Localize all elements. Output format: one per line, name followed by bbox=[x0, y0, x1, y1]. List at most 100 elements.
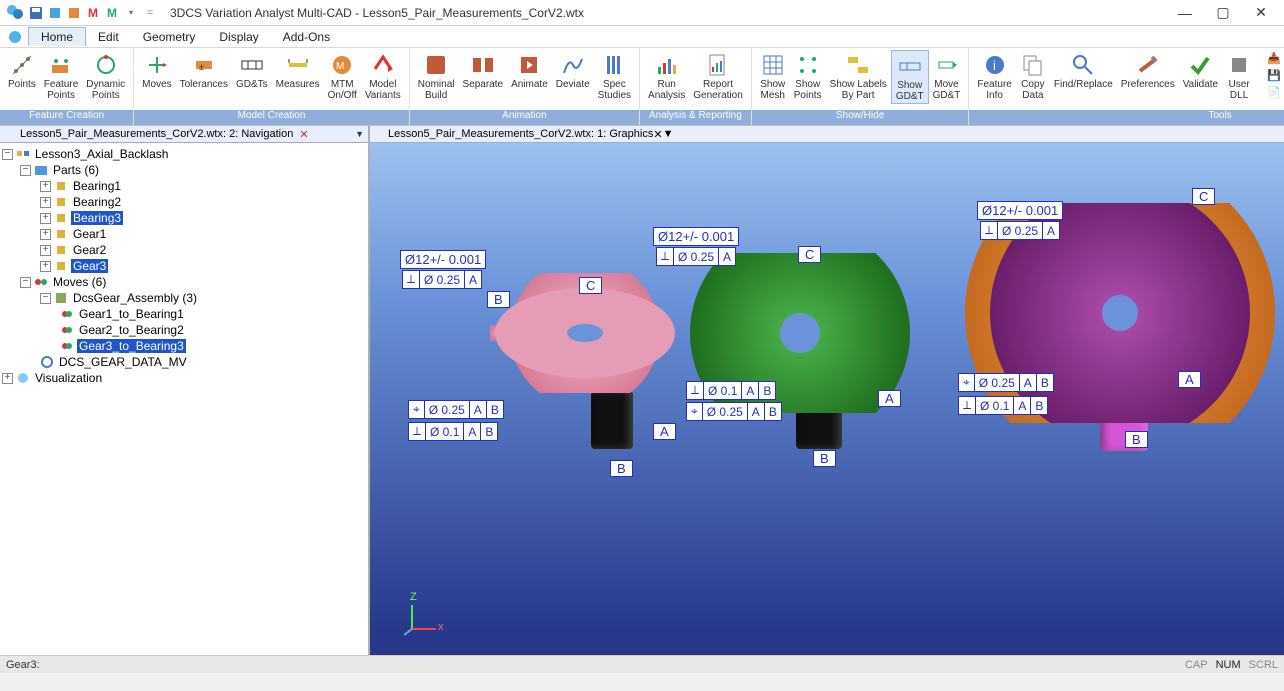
qat-m-green-icon[interactable]: M bbox=[104, 5, 120, 21]
tree-mv2[interactable]: Gear2_to_Bearing2 bbox=[77, 323, 186, 337]
labels-icon bbox=[845, 52, 871, 78]
deviate-button[interactable]: Deviate bbox=[552, 50, 594, 91]
tree-mv3[interactable]: Gear3_to_Bearing3 bbox=[77, 339, 186, 353]
mesh-icon bbox=[760, 52, 786, 78]
deviate-icon bbox=[560, 52, 586, 78]
datum-C-3: C bbox=[1192, 188, 1215, 205]
move-gdt-button[interactable]: Move GD&T bbox=[929, 50, 965, 102]
viz-icon bbox=[16, 371, 30, 385]
save-backup-button[interactable]: 💾Save Backup▾ bbox=[1262, 67, 1284, 84]
menu-addons[interactable]: Add-Ons bbox=[271, 28, 342, 46]
expand-icon[interactable]: + bbox=[40, 213, 51, 224]
tree-gear1[interactable]: Gear1 bbox=[71, 227, 108, 241]
maximize-button[interactable]: ▢ bbox=[1206, 1, 1240, 25]
report-gen-button[interactable]: Report Generation bbox=[689, 50, 746, 102]
dynamic-points-icon bbox=[93, 52, 119, 78]
menu-display[interactable]: Display bbox=[207, 28, 270, 46]
log-file-button[interactable]: 📄Log File▾ bbox=[1262, 84, 1284, 101]
qat-save-icon[interactable] bbox=[28, 5, 44, 21]
expand-icon[interactable]: − bbox=[2, 149, 13, 160]
svg-text:±: ± bbox=[199, 62, 204, 72]
model-variants-button[interactable]: Model Variants bbox=[361, 50, 405, 102]
moves-button[interactable]: Moves bbox=[138, 50, 175, 91]
file-menu-icon[interactable] bbox=[8, 30, 22, 44]
mtm-button[interactable]: MMTM On/Off bbox=[324, 50, 361, 102]
shaft-gear1 bbox=[591, 391, 633, 449]
tree-gear3[interactable]: Gear3 bbox=[71, 259, 108, 273]
tree-bearing2[interactable]: Bearing2 bbox=[71, 195, 123, 209]
qat-cube1-icon[interactable] bbox=[47, 5, 63, 21]
menu-edit[interactable]: Edit bbox=[86, 28, 131, 46]
expand-icon[interactable]: + bbox=[40, 245, 51, 256]
expand-icon[interactable]: + bbox=[40, 261, 51, 272]
group-label-model-creation: Model Creation bbox=[134, 110, 409, 125]
group-label-analysis: Analysis & Reporting bbox=[640, 110, 751, 125]
expand-icon[interactable]: − bbox=[20, 277, 31, 288]
qat-m-red-icon[interactable]: M bbox=[85, 5, 101, 21]
datum-B-2: B bbox=[813, 450, 836, 467]
menu-geometry[interactable]: Geometry bbox=[131, 28, 208, 46]
nav-doc-tab[interactable]: Lesson5_Pair_Measurements_CorV2.wtx: 2: … bbox=[0, 126, 368, 143]
tolerances-button[interactable]: ±Tolerances bbox=[176, 50, 232, 91]
part-icon bbox=[54, 243, 68, 257]
show-gdt-button[interactable]: Show GD&T bbox=[891, 50, 929, 104]
nav-tab-close-icon[interactable]: ✕ bbox=[299, 128, 308, 141]
minimize-button[interactable]: — bbox=[1168, 1, 1202, 25]
show-labels-button[interactable]: Show Labels By Part bbox=[826, 50, 891, 102]
animate-button[interactable]: Animate bbox=[507, 50, 552, 91]
show-mesh-button[interactable]: Show Mesh bbox=[756, 50, 790, 102]
gfx-doc-tab[interactable]: Lesson5_Pair_Measurements_CorV2.wtx: 1: … bbox=[370, 126, 1284, 143]
window-title: 3DCS Variation Analyst Multi-CAD - Lesso… bbox=[166, 6, 1168, 20]
user-dll-button[interactable]: User DLL bbox=[1222, 50, 1256, 102]
import-button[interactable]: 📥Import▾ bbox=[1262, 50, 1284, 67]
move-icon bbox=[60, 339, 74, 353]
expand-icon[interactable]: + bbox=[40, 229, 51, 240]
tree-bearing1[interactable]: Bearing1 bbox=[71, 179, 123, 193]
tree-asm[interactable]: DcsGear_Assembly (3) bbox=[71, 291, 199, 305]
dynamic-points-button[interactable]: Dynamic Points bbox=[82, 50, 129, 102]
expand-icon[interactable]: − bbox=[40, 293, 51, 304]
points-button[interactable]: Points bbox=[4, 50, 40, 91]
show-points-button[interactable]: Show Points bbox=[790, 50, 826, 102]
feature-points-button[interactable]: Feature Points bbox=[40, 50, 82, 102]
gfx-tab-dropdown-icon[interactable]: ▼ bbox=[663, 128, 674, 140]
datum-A-3: A bbox=[1178, 371, 1201, 388]
tree-parts[interactable]: Parts (6) bbox=[51, 163, 101, 177]
tree-dcs-data[interactable]: DCS_GEAR_DATA_MV bbox=[57, 355, 189, 369]
gfx-tab-close-icon[interactable]: ✕ bbox=[653, 128, 662, 141]
nominal-build-button[interactable]: Nominal Build bbox=[414, 50, 459, 102]
validate-button[interactable]: Validate bbox=[1179, 50, 1222, 91]
menu-home[interactable]: Home bbox=[28, 27, 86, 46]
tree-mv1[interactable]: Gear1_to_Bearing1 bbox=[77, 307, 186, 321]
measures-button[interactable]: Measures bbox=[272, 50, 324, 91]
feature-info-button[interactable]: iFeature Info bbox=[973, 50, 1015, 102]
part-icon bbox=[54, 227, 68, 241]
separate-button[interactable]: Separate bbox=[458, 50, 507, 91]
qat-cube2-icon[interactable] bbox=[66, 5, 82, 21]
tree-bearing3[interactable]: Bearing3 bbox=[71, 211, 123, 225]
spec-studies-button[interactable]: Spec Studies bbox=[594, 50, 635, 102]
tree-root[interactable]: Lesson3_Axial_Backlash bbox=[33, 147, 170, 161]
qat-caret-icon[interactable]: ▾ bbox=[123, 5, 139, 21]
tree-gear2[interactable]: Gear2 bbox=[71, 243, 108, 257]
tree-moves[interactable]: Moves (6) bbox=[51, 275, 108, 289]
expand-icon[interactable]: + bbox=[40, 197, 51, 208]
nav-tab-dropdown-icon[interactable]: ▼ bbox=[355, 129, 364, 139]
run-analysis-button[interactable]: Run Analysis bbox=[644, 50, 689, 102]
fcf-pos025-right: ⌖Ø 0.25AB bbox=[958, 373, 1054, 392]
expand-icon[interactable]: + bbox=[2, 373, 13, 384]
expand-icon[interactable]: + bbox=[40, 181, 51, 192]
moves-icon bbox=[144, 52, 170, 78]
close-button[interactable]: ✕ bbox=[1244, 1, 1278, 25]
group-label-animation: Animation bbox=[410, 110, 639, 125]
svg-text:i: i bbox=[993, 58, 996, 73]
preferences-button[interactable]: Preferences bbox=[1117, 50, 1179, 91]
gdts-button[interactable]: GD&Ts bbox=[232, 50, 272, 91]
copy-data-button[interactable]: Copy Data bbox=[1016, 50, 1050, 102]
find-replace-button[interactable]: Find/Replace bbox=[1050, 50, 1117, 91]
part-icon bbox=[54, 211, 68, 225]
graphics-viewport[interactable]: Ø12+/- 0.001 ⟂Ø 0.25A B C ⌖Ø 0.25AB ⟂Ø 0… bbox=[370, 143, 1284, 655]
tree-visualization[interactable]: Visualization bbox=[33, 371, 104, 385]
navigation-tree[interactable]: −Lesson3_Axial_Backlash −Parts (6) +Bear… bbox=[0, 143, 368, 655]
expand-icon[interactable]: − bbox=[20, 165, 31, 176]
